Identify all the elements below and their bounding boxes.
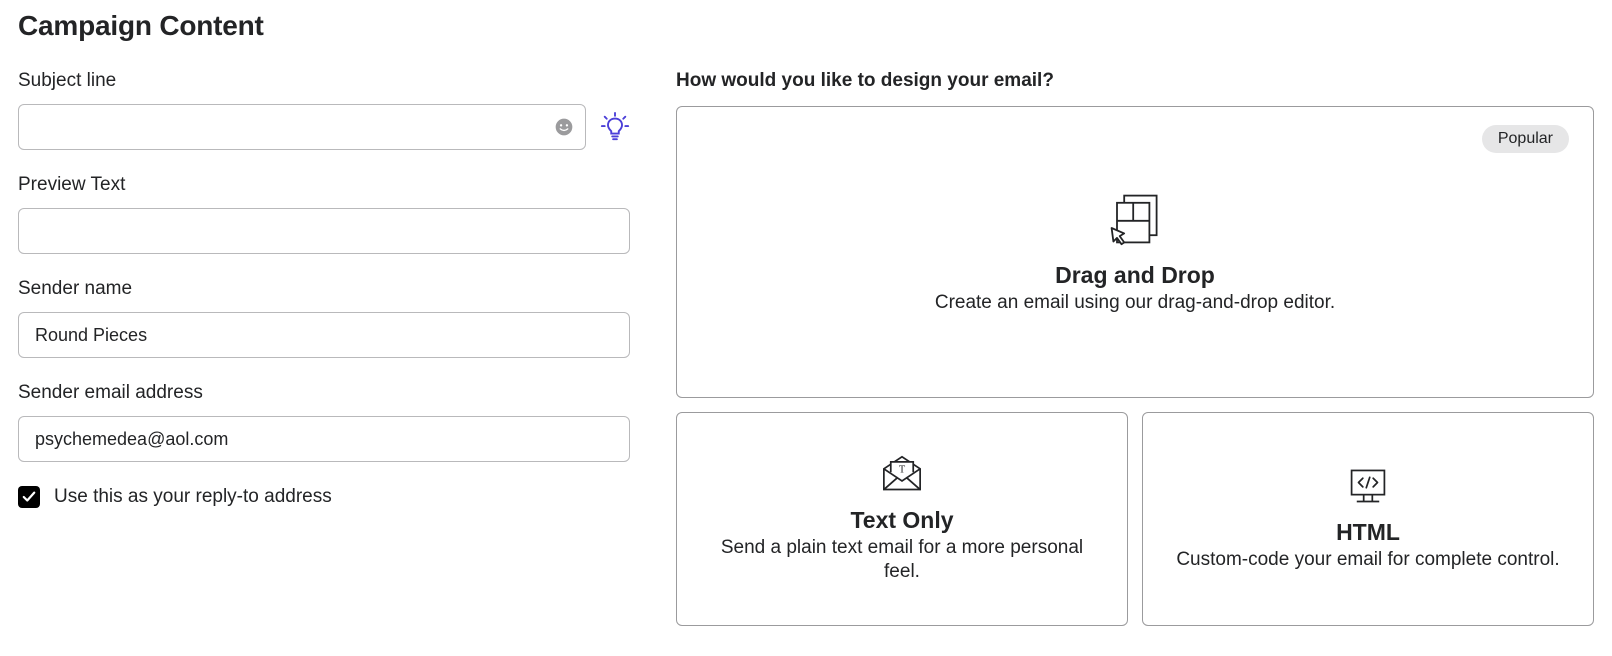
lightbulb-idea-icon[interactable] (600, 112, 630, 142)
text-only-desc: Send a plain text email for a more perso… (705, 536, 1099, 584)
text-only-title: Text Only (850, 507, 953, 534)
html-code-icon (1346, 467, 1390, 505)
drag-drop-icon (1108, 190, 1162, 248)
html-title: HTML (1336, 519, 1400, 546)
drag-and-drop-card[interactable]: Popular Drag and Drop Create an email us… (676, 106, 1594, 398)
html-desc: Custom-code your email for complete cont… (1176, 548, 1559, 572)
design-prompt-label: How would you like to design your email? (676, 70, 1594, 92)
page-title: Campaign Content (18, 10, 1594, 42)
preview-text-input[interactable] (18, 208, 630, 254)
sender-name-label: Sender name (18, 278, 630, 300)
popular-badge: Popular (1482, 125, 1569, 153)
reply-to-label: Use this as your reply-to address (54, 486, 332, 508)
sender-name-input[interactable] (18, 312, 630, 358)
text-only-card[interactable]: T Text Only Send a plain text email for … (676, 412, 1128, 626)
html-card[interactable]: HTML Custom-code your email for complete… (1142, 412, 1594, 626)
svg-text:T: T (899, 464, 906, 475)
subject-line-input[interactable] (18, 104, 586, 150)
drag-drop-desc: Create an email using our drag-and-drop … (935, 291, 1335, 315)
sender-email-input[interactable] (18, 416, 630, 462)
subject-line-label: Subject line (18, 70, 630, 92)
text-only-icon: T (880, 455, 924, 493)
preview-text-label: Preview Text (18, 174, 630, 196)
reply-to-checkbox[interactable] (18, 486, 40, 508)
sender-email-label: Sender email address (18, 382, 630, 404)
drag-drop-title: Drag and Drop (1055, 262, 1215, 289)
emoji-icon[interactable] (554, 117, 574, 137)
